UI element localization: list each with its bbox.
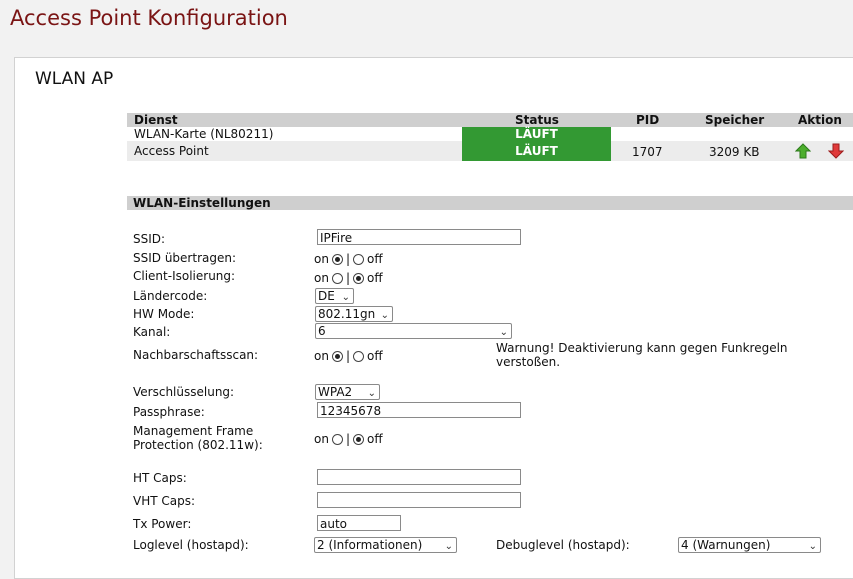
- col-status: Status: [515, 113, 559, 127]
- hw-mode-label: HW Mode:: [133, 307, 195, 321]
- loglevel-label: Loglevel (hostapd):: [133, 538, 249, 552]
- col-service: Dienst: [134, 113, 178, 127]
- settings-header: WLAN-Einstellungen: [127, 196, 853, 210]
- chevron-down-icon: ⌄: [808, 541, 817, 552]
- client-isolation-label: Client-Isolierung:: [133, 269, 236, 283]
- separator: |: [345, 252, 350, 266]
- warning-text-line1: Warnung! Deaktivierung kann gegen Funkre…: [496, 341, 788, 355]
- neighbor-scan-off-radio[interactable]: [353, 350, 364, 362]
- country-value: DE: [318, 289, 335, 303]
- encryption-select[interactable]: WPA2 ⌄: [315, 384, 380, 400]
- client-isolation-on-radio[interactable]: [331, 272, 343, 284]
- page-title: Access Point Konfiguration: [10, 6, 288, 30]
- tx-power-input[interactable]: auto: [317, 515, 401, 531]
- section-title: WLAN AP: [35, 69, 114, 89]
- mfp-label-line2: Protection (802.11w):: [133, 438, 263, 452]
- ht-caps-label: HT Caps:: [133, 471, 187, 485]
- off-label: off: [367, 349, 383, 363]
- neighbor-scan-label: Nachbarschaftsscan:: [133, 348, 259, 362]
- service-name: Access Point: [134, 144, 209, 158]
- col-memory: Speicher: [705, 113, 765, 127]
- mfp-label-line1: Management Frame: [133, 424, 254, 438]
- ssid-label: SSID:: [133, 232, 166, 246]
- channel-select[interactable]: 6 ⌄: [315, 323, 512, 339]
- debuglevel-select[interactable]: 4 (Warnungen) ⌄: [678, 537, 821, 553]
- channel-label: Kanal:: [133, 325, 171, 339]
- debuglevel-value: 4 (Warnungen): [681, 538, 771, 552]
- vht-caps-label: VHT Caps:: [133, 494, 196, 508]
- channel-value: 6: [318, 324, 326, 338]
- services-table: Dienst Status PID Speicher Aktion WLAN-K…: [127, 113, 853, 161]
- debuglevel-label: Debuglevel (hostapd):: [496, 538, 630, 552]
- passphrase-label: Passphrase:: [133, 405, 205, 419]
- col-action: Aktion: [798, 113, 842, 127]
- on-label: on: [314, 252, 329, 266]
- passphrase-input[interactable]: 12345678: [317, 402, 521, 418]
- down-arrow-red-icon[interactable]: [828, 143, 844, 159]
- ssid-broadcast-label: SSID übertragen:: [133, 251, 237, 265]
- neighbor-scan-on-radio[interactable]: [331, 350, 343, 362]
- services-table-header: Dienst Status PID Speicher Aktion: [127, 113, 853, 127]
- settings-title: WLAN-Einstellungen: [133, 196, 271, 210]
- separator: |: [345, 432, 350, 446]
- chevron-down-icon: ⌄: [341, 292, 350, 303]
- service-name: WLAN-Karte (NL80211): [134, 127, 274, 141]
- off-label: off: [367, 271, 383, 285]
- mfp-on-radio[interactable]: [331, 433, 343, 445]
- encryption-value: WPA2: [318, 385, 353, 399]
- client-isolation-off-radio[interactable]: [353, 272, 364, 284]
- off-label: off: [367, 432, 383, 446]
- vht-caps-input[interactable]: [317, 492, 521, 508]
- ssid-broadcast-on-radio[interactable]: [331, 253, 343, 265]
- hw-mode-select[interactable]: 802.11gn ⌄: [315, 306, 393, 322]
- hw-mode-value: 802.11gn: [318, 307, 376, 321]
- separator: |: [345, 271, 350, 285]
- country-label: Ländercode:: [133, 289, 208, 303]
- chevron-down-icon: ⌄: [444, 541, 453, 552]
- separator: |: [345, 349, 350, 363]
- warning-text-line2: verstoßen.: [496, 355, 561, 369]
- table-row: WLAN-Karte (NL80211) LÄUFT: [127, 127, 853, 141]
- chevron-down-icon: ⌄: [367, 388, 376, 399]
- service-pid: 1707: [632, 145, 663, 159]
- encryption-label: Verschlüsselung:: [133, 385, 235, 399]
- loglevel-select[interactable]: 2 (Informationen) ⌄: [314, 537, 457, 553]
- on-label: on: [314, 432, 329, 446]
- ssid-input[interactable]: IPFire: [317, 229, 521, 245]
- table-row: Access Point LÄUFT 1707 3209 KB: [127, 141, 853, 161]
- service-memory: 3209 KB: [709, 145, 760, 159]
- chevron-down-icon: ⌄: [499, 327, 508, 338]
- country-select[interactable]: DE ⌄: [315, 288, 354, 304]
- on-label: on: [314, 271, 329, 285]
- up-arrow-green-icon[interactable]: [795, 143, 811, 159]
- on-label: on: [314, 349, 329, 363]
- mfp-radios: on | off: [314, 432, 383, 446]
- neighbor-scan-radios: on | off: [314, 349, 383, 363]
- ssid-broadcast-radios: on | off: [314, 252, 383, 266]
- chevron-down-icon: ⌄: [380, 310, 389, 321]
- status-badge: LÄUFT: [462, 127, 611, 141]
- ht-caps-input[interactable]: [317, 469, 521, 485]
- col-pid: PID: [636, 113, 660, 127]
- ssid-broadcast-off-radio[interactable]: [353, 253, 364, 265]
- mfp-off-radio[interactable]: [353, 433, 364, 445]
- status-badge: LÄUFT: [462, 141, 611, 161]
- loglevel-value: 2 (Informationen): [317, 538, 423, 552]
- off-label: off: [367, 252, 383, 266]
- tx-power-label: Tx Power:: [133, 517, 192, 531]
- client-isolation-radios: on | off: [314, 271, 383, 285]
- wlan-ap-panel: WLAN AP Dienst Status PID Speicher Aktio…: [14, 57, 853, 579]
